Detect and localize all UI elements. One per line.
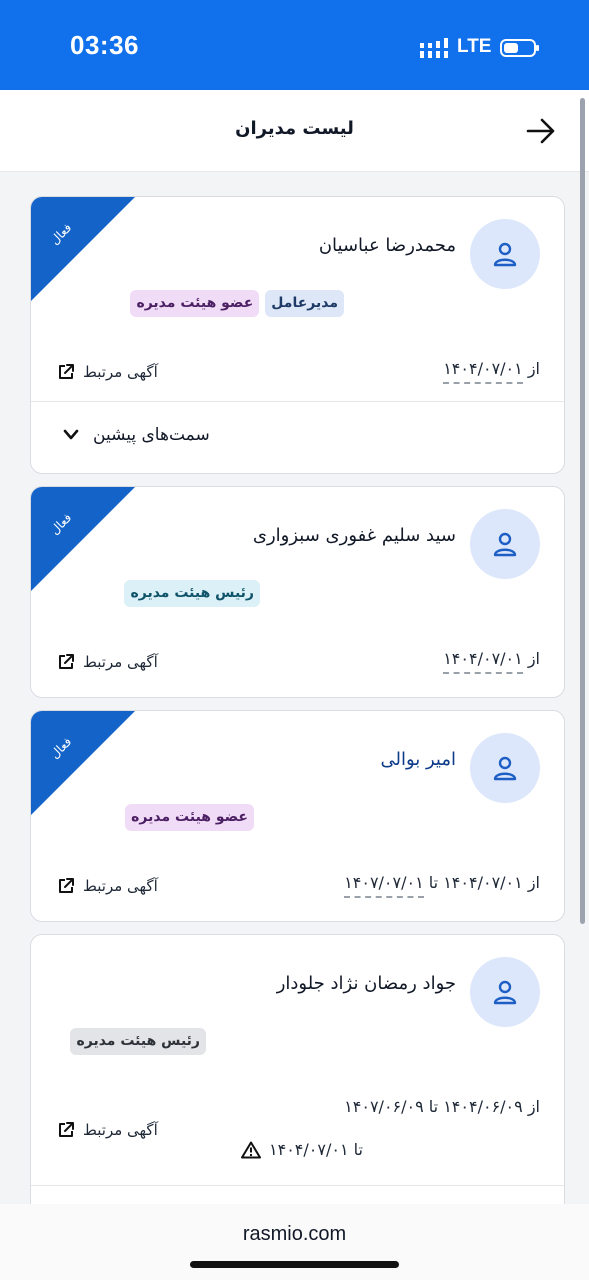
tenure-date: از ۱۴۰۴/۰۷/۰۱ تا ۱۴۰۷/۰۷/۰۱ xyxy=(344,873,540,898)
warning-icon xyxy=(241,1141,261,1158)
divider xyxy=(31,1185,564,1186)
user-icon xyxy=(493,532,517,557)
related-ad-link[interactable]: آگهی مرتبط xyxy=(57,363,158,381)
arrow-right-icon[interactable] xyxy=(526,118,556,144)
app-header: لیست مدیران xyxy=(0,90,589,172)
manager-name[interactable]: امیر بوالی xyxy=(380,749,456,770)
home-indicator[interactable] xyxy=(190,1261,399,1268)
date-value[interactable]: ۱۴۰۴/۰۷/۰۱ xyxy=(443,649,523,674)
manager-card[interactable]: فعال محمدرضا عباسیان عضو هیئت مدیره مدیر… xyxy=(30,196,565,474)
related-ad-link[interactable]: آگهی مرتبط xyxy=(57,877,158,895)
external-link-icon xyxy=(59,1122,74,1137)
chevron-down-icon xyxy=(63,429,79,440)
date-value[interactable]: ۱۴۰۴/۰۷/۰۱ xyxy=(443,359,523,384)
end-date-warning: تا ۱۴۰۴/۰۷/۰۱ xyxy=(241,1140,363,1159)
status-ribbon xyxy=(31,487,135,591)
manager-name: سید سلیم غفوری سبزواری xyxy=(252,525,456,546)
role-badges: رئیس هیئت مدیره xyxy=(124,580,260,607)
status-ribbon xyxy=(31,711,135,815)
user-icon xyxy=(493,756,517,781)
status-ribbon xyxy=(31,197,135,301)
warning-date: تا ۱۴۰۴/۰۷/۰۱ xyxy=(269,1140,363,1159)
role-badges: رئیس هیئت مدیره xyxy=(70,1028,206,1055)
battery-icon xyxy=(500,39,539,57)
related-ad-link[interactable]: آگهی مرتبط xyxy=(57,1121,158,1139)
network-type: LTE xyxy=(457,36,492,57)
related-ad-label: آگهی مرتبط xyxy=(83,363,158,381)
divider xyxy=(31,401,564,402)
previous-positions-label: سمت‌های پیشین xyxy=(93,425,210,445)
status-bar: 03:36 LTE xyxy=(0,0,589,90)
role-badge: مدیرعامل xyxy=(265,290,344,317)
date-prefix: از xyxy=(527,359,540,378)
role-badge: رئیس هیئت مدیره xyxy=(70,1028,206,1055)
manager-name: محمدرضا عباسیان xyxy=(318,235,456,256)
external-link-icon xyxy=(59,654,74,669)
page-title: لیست مدیران xyxy=(235,118,354,139)
avatar xyxy=(470,509,540,579)
role-badge: رئیس هیئت مدیره xyxy=(124,580,260,607)
avatar xyxy=(470,957,540,1027)
previous-positions-toggle[interactable]: سمت‌های پیشین xyxy=(63,425,210,445)
role-badges: عضو هیئت مدیره مدیرعامل xyxy=(130,290,344,317)
browser-bar: rasmio.com xyxy=(0,1204,589,1280)
avatar xyxy=(470,733,540,803)
user-icon xyxy=(493,242,517,267)
tenure-date: از ۱۴۰۴/۰۷/۰۱ xyxy=(443,649,540,674)
role-badges: عضو هیئت مدیره xyxy=(125,804,254,831)
role-badge: عضو هیئت مدیره xyxy=(130,290,260,317)
date-value[interactable]: ۱۴۰۷/۰۷/۰۱ xyxy=(344,873,424,898)
related-ad-label: آگهی مرتبط xyxy=(83,653,158,671)
manager-card[interactable]: فعال سید سلیم غفوری سبزواری رئیس هیئت مد… xyxy=(30,486,565,698)
manager-card[interactable]: جواد رمضان نژاد جلودار رئیس هیئت مدیره ا… xyxy=(30,934,565,1204)
signal-icon xyxy=(420,38,448,58)
related-ad-label: آگهی مرتبط xyxy=(83,877,158,895)
role-badge: عضو هیئت مدیره xyxy=(125,804,254,831)
status-time: 03:36 xyxy=(70,30,139,60)
date-prefix: از ۱۴۰۴/۰۷/۰۱ تا xyxy=(428,873,540,892)
user-icon xyxy=(493,980,517,1005)
avatar xyxy=(470,219,540,289)
external-link-icon xyxy=(59,878,74,893)
date-prefix: از xyxy=(527,649,540,668)
tenure-date: از ۱۴۰۴/۰۶/۰۹ تا ۱۴۰۷/۰۶/۰۹ xyxy=(344,1097,540,1116)
tenure-date: از ۱۴۰۴/۰۷/۰۱ xyxy=(443,359,540,384)
related-ad-link[interactable]: آگهی مرتبط xyxy=(57,653,158,671)
manager-name: جواد رمضان نژاد جلودار xyxy=(276,973,456,994)
url-label[interactable]: rasmio.com xyxy=(0,1223,589,1246)
manager-card[interactable]: فعال امیر بوالی عضو هیئت مدیره از ۱۴۰۴/۰… xyxy=(30,710,565,922)
external-link-icon xyxy=(59,364,74,379)
managers-list: فعال محمدرضا عباسیان عضو هیئت مدیره مدیر… xyxy=(0,172,589,1204)
related-ad-label: آگهی مرتبط xyxy=(83,1121,158,1139)
